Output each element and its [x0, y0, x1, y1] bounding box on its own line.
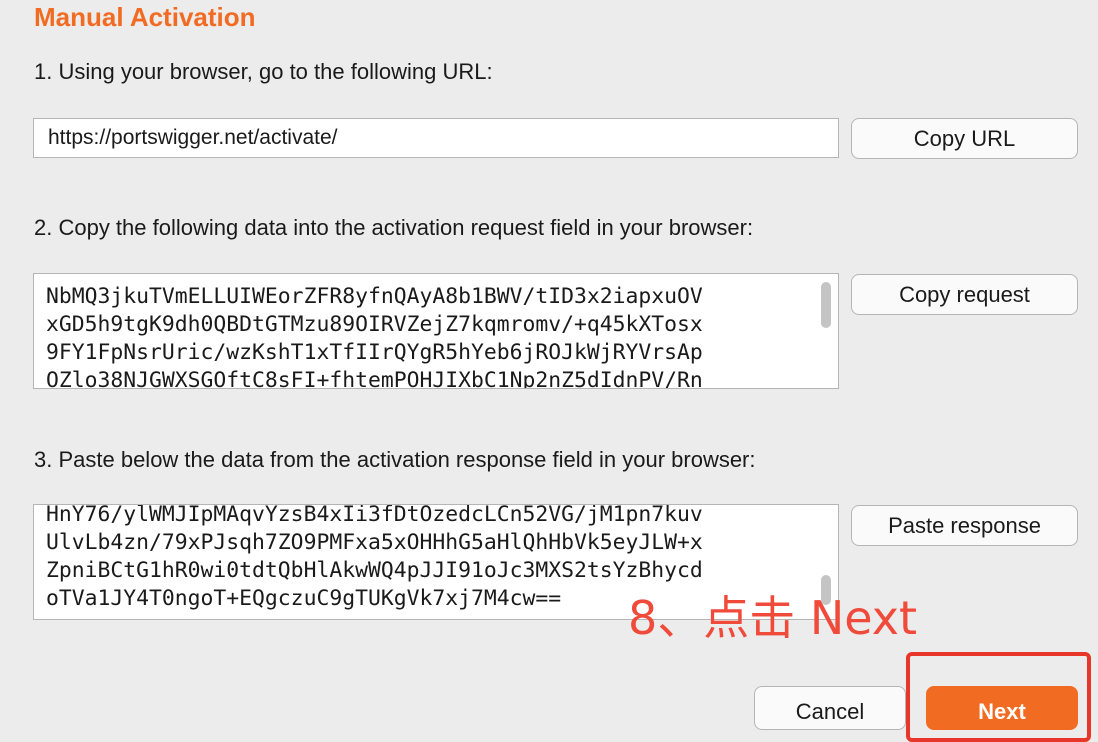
copy-url-button[interactable]: Copy URL: [851, 118, 1078, 159]
copy-request-button[interactable]: Copy request: [851, 274, 1078, 315]
text-line: NbMQ3jkuTVmELLUIWEorZFR8yfnQAyA8b1BWV/tI…: [46, 284, 703, 309]
paste-response-button[interactable]: Paste response: [851, 505, 1078, 546]
next-button[interactable]: Next: [926, 686, 1078, 730]
step1-label: 1. Using your browser, go to the followi…: [34, 59, 493, 84]
text-line: HnY76/ylWMJIpMAqvYzsB4xIi3fDtOzedcLCn52V…: [46, 504, 703, 527]
activation-request-textarea[interactable]: NbMQ3jkuTVmELLUIWEorZFR8yfnQAyA8b1BWV/tI…: [33, 273, 839, 389]
annotation-text: 8、点击 Next: [628, 591, 918, 645]
page-title: Manual Activation: [34, 2, 256, 32]
response-text: HnY76/ylWMJIpMAqvYzsB4xIi3fDtOzedcLCn52V…: [46, 504, 703, 613]
text-line: xGD5h9tgK9dh0QBDtGTMzu89OIRVZejZ7kqmromv…: [46, 312, 703, 337]
step3-label: 3. Paste below the data from the activat…: [34, 447, 756, 472]
activation-url-field[interactable]: [33, 118, 839, 158]
text-line: ZpniBCtG1hR0wi0tdtQbHlAkwWQ4pJJI91oJc3MX…: [46, 558, 703, 583]
text-line: 9FY1FpNsrUric/wzKshT1xTfIIrQYgR5hYeb6jRO…: [46, 340, 703, 365]
text-line: oTVa1JY4T0ngoT+EQgczuC9gTUKgVk7xj7M4cw==: [46, 586, 562, 611]
text-line: OZlo38NJGWXSGOftC8sFI+fhtemPOHJIXbC1Np2n…: [46, 368, 703, 389]
request-scrollbar[interactable]: [821, 282, 831, 328]
cancel-button[interactable]: Cancel: [754, 686, 906, 730]
request-text: NbMQ3jkuTVmELLUIWEorZFR8yfnQAyA8b1BWV/tI…: [46, 283, 703, 389]
text-line: UlvLb4zn/79xPJsqh7ZO9PMFxa5xOHHhG5aHlQhH…: [46, 530, 703, 555]
step2-label: 2. Copy the following data into the acti…: [34, 215, 754, 240]
